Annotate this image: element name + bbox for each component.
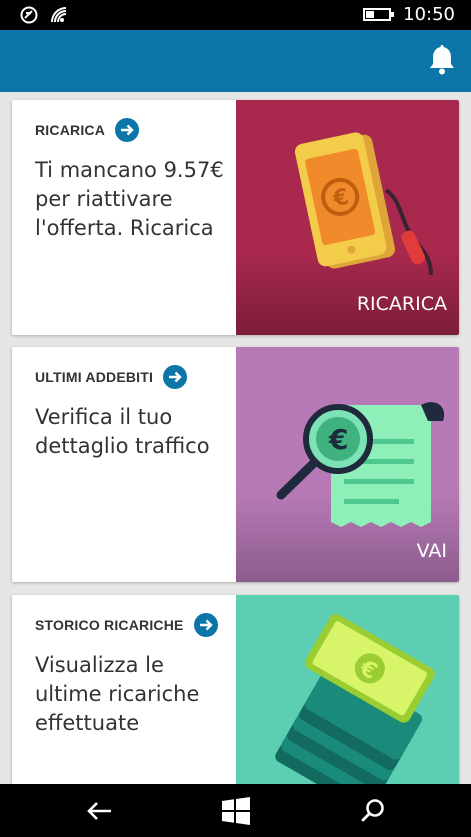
card-ultimi-addebiti[interactable]: ULTIMI ADDEBITI Verifica il tuo dettagli… [12, 347, 459, 582]
card-art-label: VAI [416, 540, 447, 562]
status-icons-left [20, 6, 70, 24]
arrow-right-icon[interactable] [193, 613, 218, 637]
status-icons-right: 10:50 [363, 4, 455, 25]
content-area: RICARICA Ti mancano 9.57€ per riattivare… [0, 92, 471, 784]
system-nav-bar [0, 784, 471, 837]
battery-icon [363, 8, 395, 21]
arrow-right-icon[interactable] [115, 118, 140, 142]
status-bar: 10:50 [0, 0, 471, 30]
card-description: Ti mancano 9.57€ per riattivare l'offert… [35, 158, 224, 240]
card-kicker-label: STORICO RICARICHE [35, 617, 184, 633]
card-art[interactable]: € RICARICA [236, 100, 459, 335]
card-art-label: RICARICA [356, 293, 447, 315]
card-kicker[interactable]: STORICO RICARICHE [35, 613, 236, 637]
card-storico-ricariche[interactable]: STORICO RICARICHE Visualizza le ultime r… [12, 595, 459, 784]
notification-icon [20, 6, 38, 24]
start-button[interactable] [220, 796, 252, 826]
wifi-icon [51, 7, 67, 23]
card-ricarica[interactable]: RICARICA Ti mancano 9.57€ per riattivare… [12, 100, 459, 335]
card-description: Verifica il tuo dettaglio traffico [35, 405, 210, 458]
card-kicker[interactable]: ULTIMI ADDEBITI [35, 365, 236, 389]
bell-icon[interactable] [427, 44, 457, 76]
card-art[interactable]: € VAI [236, 347, 459, 582]
status-time: 10:50 [403, 4, 455, 25]
card-kicker-label: RICARICA [35, 122, 106, 138]
back-button[interactable] [84, 796, 116, 826]
arrow-right-icon[interactable] [163, 365, 188, 389]
search-button[interactable] [357, 796, 389, 826]
card-art[interactable]: € [236, 595, 459, 784]
card-kicker-label: ULTIMI ADDEBITI [35, 369, 154, 385]
card-text: STORICO RICARICHE Visualizza le ultime r… [12, 595, 236, 784]
svg-text:€: € [328, 423, 348, 456]
back-icon [87, 802, 111, 820]
card-text: RICARICA Ti mancano 9.57€ per riattivare… [12, 100, 236, 335]
phone-stack-icon: € [275, 614, 435, 784]
windows-icon [222, 797, 250, 825]
app-header [0, 30, 471, 92]
card-description: Visualizza le ultime ricariche effettuat… [35, 653, 200, 735]
search-icon [361, 799, 384, 822]
card-kicker[interactable]: RICARICA [35, 118, 236, 142]
card-text: ULTIMI ADDEBITI Verifica il tuo dettagli… [12, 347, 236, 582]
